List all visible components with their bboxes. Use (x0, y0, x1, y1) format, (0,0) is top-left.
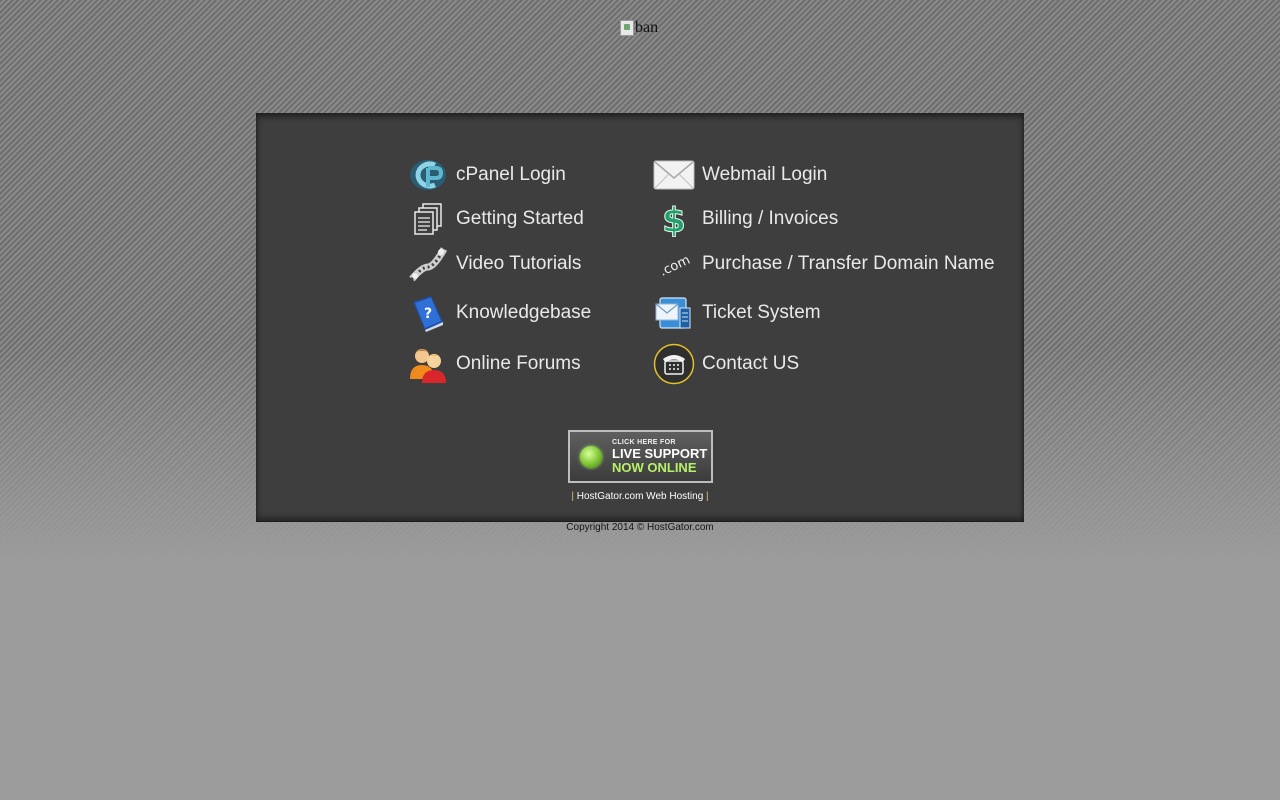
billing-invoices-label: Billing / Invoices (702, 208, 839, 229)
ticket-system-label: Ticket System (702, 302, 821, 323)
domain-name-label: Purchase / Transfer Domain Name (702, 253, 995, 274)
ticket-icon (652, 291, 696, 335)
live-support-line2: LIVE SUPPORT (612, 446, 708, 461)
help-book-icon: ? (406, 291, 450, 335)
users-icon (406, 342, 450, 386)
documents-icon (406, 197, 450, 241)
live-support-line1: CLICK HERE FOR (612, 439, 676, 446)
main-panel: cPanel Login Getting Started Video Tutor… (256, 113, 1024, 522)
svg-text:.com: .com (657, 253, 692, 280)
ticket-system-link[interactable]: Ticket System (652, 291, 821, 335)
svg-text:?: ? (424, 306, 432, 322)
footer-links: | HostGator.com Web Hosting | (256, 491, 1024, 502)
knowledgebase-link[interactable]: ? Knowledgebase (406, 291, 591, 335)
banner-alt-text: ban (635, 19, 659, 36)
film-strip-icon (406, 242, 450, 286)
online-status-icon (580, 445, 602, 468)
cpanel-login-link[interactable]: cPanel Login (406, 153, 566, 197)
live-support-line3: NOW ONLINE (612, 460, 697, 475)
phone-icon (652, 342, 696, 386)
cpanel-icon (406, 153, 450, 197)
dollar-icon: $ (652, 197, 696, 241)
billing-invoices-link[interactable]: $ Billing / Invoices (652, 197, 839, 241)
live-support-button[interactable]: CLICK HERE FOR LIVE SUPPORT NOW ONLINE (568, 430, 713, 483)
contact-us-link[interactable]: Contact US (652, 342, 799, 386)
video-tutorials-label: Video Tutorials (456, 253, 582, 274)
envelope-icon (652, 153, 696, 197)
contact-us-label: Contact US (702, 353, 800, 374)
knowledgebase-label: Knowledgebase (456, 302, 592, 323)
getting-started-link[interactable]: Getting Started (406, 197, 584, 241)
banner-image: ban (620, 18, 658, 38)
domain-name-link[interactable]: .com Purchase / Transfer Domain Name (652, 242, 995, 286)
video-tutorials-link[interactable]: Video Tutorials (406, 242, 581, 286)
footer-separator-left: | (571, 491, 574, 502)
dotcom-icon: .com (652, 242, 696, 286)
broken-image-icon (620, 20, 634, 36)
online-forums-link[interactable]: Online Forums (406, 342, 581, 386)
webmail-login-link[interactable]: Webmail Login (652, 153, 827, 197)
svg-text:$: $ (662, 201, 686, 237)
getting-started-label: Getting Started (456, 208, 584, 229)
webmail-login-label: Webmail Login (702, 164, 828, 185)
cpanel-login-label: cPanel Login (456, 164, 566, 185)
copyright-text: Copyright 2014 © HostGator.com (566, 522, 714, 533)
hostgator-hosting-link[interactable]: HostGator.com Web Hosting (577, 491, 704, 502)
online-forums-label: Online Forums (456, 353, 581, 374)
footer-separator-right: | (706, 491, 709, 502)
